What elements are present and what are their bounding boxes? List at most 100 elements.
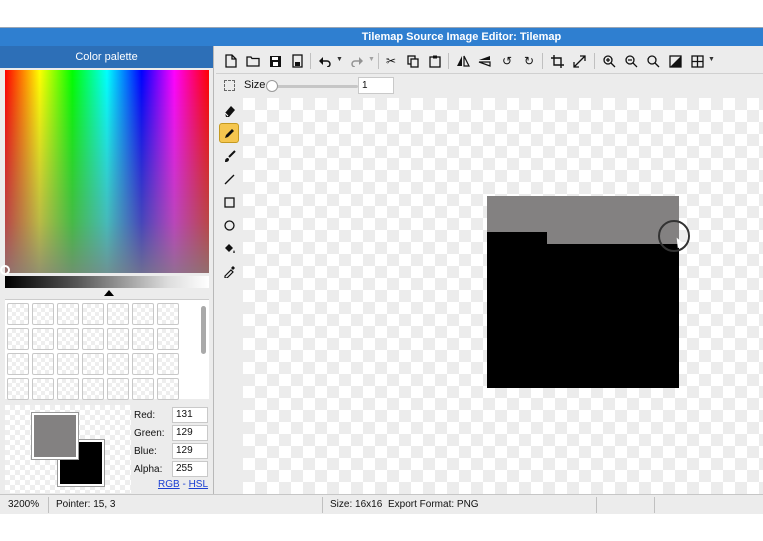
save-icon[interactable] xyxy=(266,52,284,70)
swatch-scrollbar[interactable] xyxy=(201,306,206,354)
swatch[interactable] xyxy=(132,378,154,400)
size-slider[interactable] xyxy=(270,85,358,88)
size-slider-thumb[interactable] xyxy=(266,80,278,92)
swatch-grid xyxy=(7,303,179,400)
resize-icon[interactable] xyxy=(570,52,588,70)
rgb-mode-link[interactable]: RGB xyxy=(158,479,180,490)
mode-separator: - xyxy=(182,479,186,490)
pointer-position: Pointer: 15, 3 xyxy=(56,499,116,510)
foreground-color-swatch[interactable] xyxy=(32,413,78,459)
swatch[interactable] xyxy=(32,328,54,350)
swatch[interactable] xyxy=(57,328,79,350)
new-file-icon[interactable] xyxy=(222,52,240,70)
line-icon[interactable] xyxy=(219,169,239,189)
swatch[interactable] xyxy=(7,353,29,375)
paste-icon[interactable] xyxy=(426,52,444,70)
flip-horizontal-icon[interactable] xyxy=(454,52,472,70)
swatch-grid-panel xyxy=(5,299,209,400)
eyedropper-icon[interactable] xyxy=(219,261,239,281)
spectrum-handle[interactable] xyxy=(0,265,10,275)
swatch[interactable] xyxy=(32,303,54,325)
gray-pixels-top xyxy=(487,196,679,232)
fill-bucket-icon[interactable] xyxy=(219,238,239,258)
swatch[interactable] xyxy=(107,303,129,325)
swatch[interactable] xyxy=(107,353,129,375)
toolbar-separator xyxy=(542,53,543,69)
zoom-in-icon[interactable] xyxy=(600,52,618,70)
swatch[interactable] xyxy=(32,353,54,375)
grid-dropdown-icon[interactable]: ▼ xyxy=(708,56,715,63)
cut-icon[interactable]: ✂ xyxy=(382,52,400,70)
pencil-icon[interactable] xyxy=(219,123,239,143)
swatch[interactable] xyxy=(132,303,154,325)
swatch[interactable] xyxy=(82,378,104,400)
redo-dropdown-icon[interactable]: ▼ xyxy=(368,56,375,63)
undo-icon[interactable] xyxy=(316,52,334,70)
swatch[interactable] xyxy=(157,353,179,375)
image-size: Size: 16x16 xyxy=(330,499,383,510)
open-folder-icon[interactable] xyxy=(244,52,262,70)
color-palette-panel: Color palette Red: 131 Green: 129 Blue: 129… xyxy=(0,46,214,494)
swatch[interactable] xyxy=(82,303,104,325)
swatch[interactable] xyxy=(57,303,79,325)
toolbar-separator xyxy=(448,53,449,69)
flip-vertical-icon[interactable] xyxy=(476,52,494,70)
alpha-input[interactable]: 255 xyxy=(172,461,208,477)
rectangle-icon[interactable] xyxy=(219,192,239,212)
green-label: Green: xyxy=(134,427,165,439)
swatch[interactable] xyxy=(57,353,79,375)
alpha-row: Alpha: 255 xyxy=(134,460,212,478)
save-as-icon[interactable] xyxy=(288,52,306,70)
swatch[interactable] xyxy=(157,303,179,325)
swatch[interactable] xyxy=(107,378,129,400)
palette-header: Color palette xyxy=(0,46,213,68)
blue-input[interactable]: 129 xyxy=(172,443,208,459)
crop-icon[interactable] xyxy=(548,52,566,70)
ellipse-icon[interactable] xyxy=(219,215,239,235)
toolbar-separator xyxy=(594,53,595,69)
brush-icon[interactable] xyxy=(219,146,239,166)
undo-dropdown-icon[interactable]: ▼ xyxy=(336,56,343,63)
swatch[interactable] xyxy=(157,378,179,400)
size-input[interactable]: 1 xyxy=(358,77,394,94)
zoom-level: 3200% xyxy=(8,499,40,510)
redo-icon[interactable] xyxy=(348,52,366,70)
swatch[interactable] xyxy=(32,378,54,400)
swatch[interactable] xyxy=(7,328,29,350)
eraser-icon[interactable] xyxy=(219,100,239,120)
red-input[interactable]: 131 xyxy=(172,407,208,423)
drawing-canvas[interactable] xyxy=(243,98,763,494)
color-preview xyxy=(5,405,131,493)
toolbar: ▼ ▼ ✂ ↺ ↻ ▼ xyxy=(216,48,763,74)
brush-cursor xyxy=(658,220,690,252)
blue-label: Blue: xyxy=(134,445,157,457)
swatch[interactable] xyxy=(7,303,29,325)
swatch[interactable] xyxy=(82,353,104,375)
alpha-label: Alpha: xyxy=(134,463,163,475)
rotate-right-icon[interactable]: ↻ xyxy=(520,52,538,70)
copy-icon[interactable] xyxy=(404,52,422,70)
swatch[interactable] xyxy=(132,353,154,375)
zoom-out-icon[interactable] xyxy=(622,52,640,70)
color-spectrum[interactable] xyxy=(5,70,209,273)
swatch[interactable] xyxy=(82,328,104,350)
tile-image[interactable] xyxy=(487,196,679,388)
luminance-bar[interactable] xyxy=(5,276,209,288)
red-row: Red: 131 xyxy=(134,406,212,424)
invert-icon[interactable] xyxy=(666,52,684,70)
blue-row: Blue: 129 xyxy=(134,442,212,460)
selection-icon[interactable] xyxy=(224,80,235,91)
swatch[interactable] xyxy=(107,328,129,350)
swatch[interactable] xyxy=(157,328,179,350)
luminance-arrow-icon[interactable] xyxy=(104,290,114,296)
swatch[interactable] xyxy=(132,328,154,350)
rotate-left-icon[interactable]: ↺ xyxy=(498,52,516,70)
swatch[interactable] xyxy=(57,378,79,400)
zoom-fit-icon[interactable] xyxy=(644,52,662,70)
hsl-mode-link[interactable]: HSL xyxy=(189,479,208,490)
status-separator xyxy=(654,497,655,513)
grid-icon[interactable] xyxy=(688,52,706,70)
swatch[interactable] xyxy=(7,378,29,400)
green-input[interactable]: 129 xyxy=(172,425,208,441)
green-row: Green: 129 xyxy=(134,424,212,442)
